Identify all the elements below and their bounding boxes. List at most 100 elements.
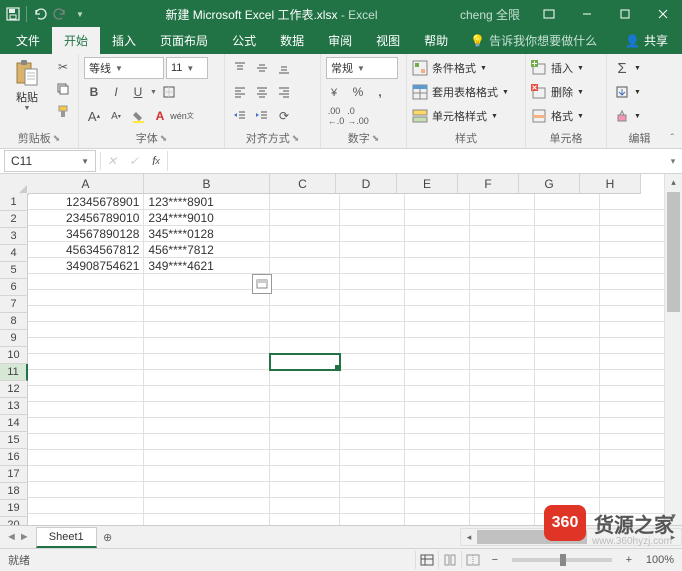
cell[interactable] (28, 354, 144, 370)
cell[interactable] (270, 450, 340, 466)
increase-decimal-icon[interactable]: .00←.0 (326, 106, 346, 126)
cell[interactable] (340, 402, 405, 418)
normal-view-icon[interactable] (415, 551, 438, 569)
qat-customize-icon[interactable]: ▼ (71, 3, 89, 25)
cell[interactable] (470, 354, 535, 370)
row-header[interactable]: 6 (0, 279, 28, 296)
align-bottom-icon[interactable] (274, 58, 294, 78)
cell[interactable] (144, 338, 270, 354)
cell[interactable] (535, 418, 600, 434)
cell[interactable]: 345****0128 (144, 226, 270, 242)
cell[interactable] (28, 386, 144, 402)
cell[interactable] (28, 338, 144, 354)
row-header[interactable]: 20 (0, 517, 28, 525)
cancel-icon[interactable]: ✕ (101, 150, 123, 172)
cell[interactable] (144, 514, 270, 525)
cell[interactable] (470, 274, 535, 290)
row-header[interactable]: 18 (0, 483, 28, 500)
cell[interactable] (470, 386, 535, 402)
expand-formula-bar-icon[interactable]: ▾ (664, 156, 682, 167)
cell[interactable] (340, 354, 405, 370)
cell[interactable] (144, 386, 270, 402)
cell[interactable] (270, 322, 340, 338)
cell[interactable] (270, 226, 340, 242)
cell[interactable] (28, 274, 144, 290)
scroll-up-icon[interactable]: ▴ (665, 174, 682, 191)
cell[interactable] (405, 482, 470, 498)
decrease-indent-icon[interactable] (230, 106, 250, 126)
row-header[interactable]: 13 (0, 398, 28, 415)
paste-button[interactable]: 粘贴 ▼ (5, 57, 49, 114)
cell[interactable] (600, 434, 665, 450)
row-header[interactable]: 4 (0, 245, 28, 262)
orientation-icon[interactable]: ⟳ (274, 106, 294, 126)
cell[interactable] (144, 450, 270, 466)
cell[interactable] (340, 322, 405, 338)
cell[interactable] (470, 306, 535, 322)
enter-icon[interactable]: ✓ (123, 150, 145, 172)
decrease-decimal-icon[interactable]: .0→.00 (348, 106, 368, 126)
redo-icon[interactable] (51, 3, 69, 25)
scroll-thumb[interactable] (667, 192, 680, 312)
cell[interactable] (340, 338, 405, 354)
cell[interactable] (405, 210, 470, 226)
cell[interactable] (340, 194, 405, 210)
tab-home[interactable]: 开始 (52, 27, 100, 54)
ribbon-display-options-icon[interactable] (530, 0, 568, 28)
font-name-combo[interactable]: 等线▼ (84, 57, 164, 79)
cell[interactable] (600, 498, 665, 514)
cell[interactable] (28, 290, 144, 306)
cell[interactable] (270, 242, 340, 258)
share-button[interactable]: 👤 共享 (615, 27, 678, 54)
name-box[interactable]: C11▼ (4, 150, 96, 172)
cell[interactable] (340, 242, 405, 258)
format-painter-icon[interactable] (53, 101, 73, 121)
collapse-ribbon-icon[interactable]: ˆ (667, 131, 678, 146)
page-break-view-icon[interactable] (461, 551, 484, 569)
align-center-icon[interactable] (252, 82, 272, 102)
tell-me[interactable]: 💡 告诉我你想要做什么 (460, 27, 607, 54)
cell[interactable] (270, 338, 340, 354)
cell[interactable] (535, 386, 600, 402)
cell[interactable] (535, 194, 600, 210)
cell[interactable] (270, 498, 340, 514)
sheet-nav[interactable]: ◄► (0, 531, 36, 543)
number-format-combo[interactable]: 常规▼ (326, 57, 398, 79)
next-sheet-icon[interactable]: ► (19, 531, 30, 543)
cell[interactable] (600, 514, 665, 525)
cell[interactable] (535, 306, 600, 322)
cell[interactable] (405, 514, 470, 525)
fill-icon[interactable] (612, 82, 632, 102)
cell[interactable] (535, 338, 600, 354)
cell[interactable] (405, 258, 470, 274)
tab-review[interactable]: 审阅 (316, 27, 364, 54)
cell[interactable] (600, 386, 665, 402)
worksheet-grid[interactable]: ABCDEFGH 1234567891011121314151617181920… (0, 174, 682, 525)
cell[interactable] (405, 290, 470, 306)
cell[interactable] (28, 322, 144, 338)
cell[interactable] (270, 402, 340, 418)
cell[interactable] (28, 498, 144, 514)
minimize-button[interactable] (568, 0, 606, 28)
save-icon[interactable] (4, 3, 22, 25)
close-button[interactable] (644, 0, 682, 28)
cell[interactable] (340, 370, 405, 386)
row-header[interactable]: 15 (0, 432, 28, 449)
cell[interactable] (340, 450, 405, 466)
cell[interactable] (270, 482, 340, 498)
row-header[interactable]: 17 (0, 466, 28, 483)
cell-styles-button[interactable]: 单元格样式▼ (412, 105, 498, 127)
increase-indent-icon[interactable] (252, 106, 272, 126)
formula-input[interactable] (167, 151, 664, 171)
cell[interactable] (405, 354, 470, 370)
column-header[interactable]: E (397, 174, 458, 194)
cell[interactable] (144, 354, 270, 370)
cell[interactable] (535, 258, 600, 274)
cell[interactable] (600, 210, 665, 226)
dialog-launcher-icon[interactable]: ⬊ (160, 133, 168, 144)
cell[interactable] (28, 370, 144, 386)
cell[interactable] (270, 258, 340, 274)
cell[interactable]: 34567890128 (28, 226, 144, 242)
cell[interactable] (600, 322, 665, 338)
format-table-button[interactable]: 套用表格格式▼ (412, 81, 509, 103)
